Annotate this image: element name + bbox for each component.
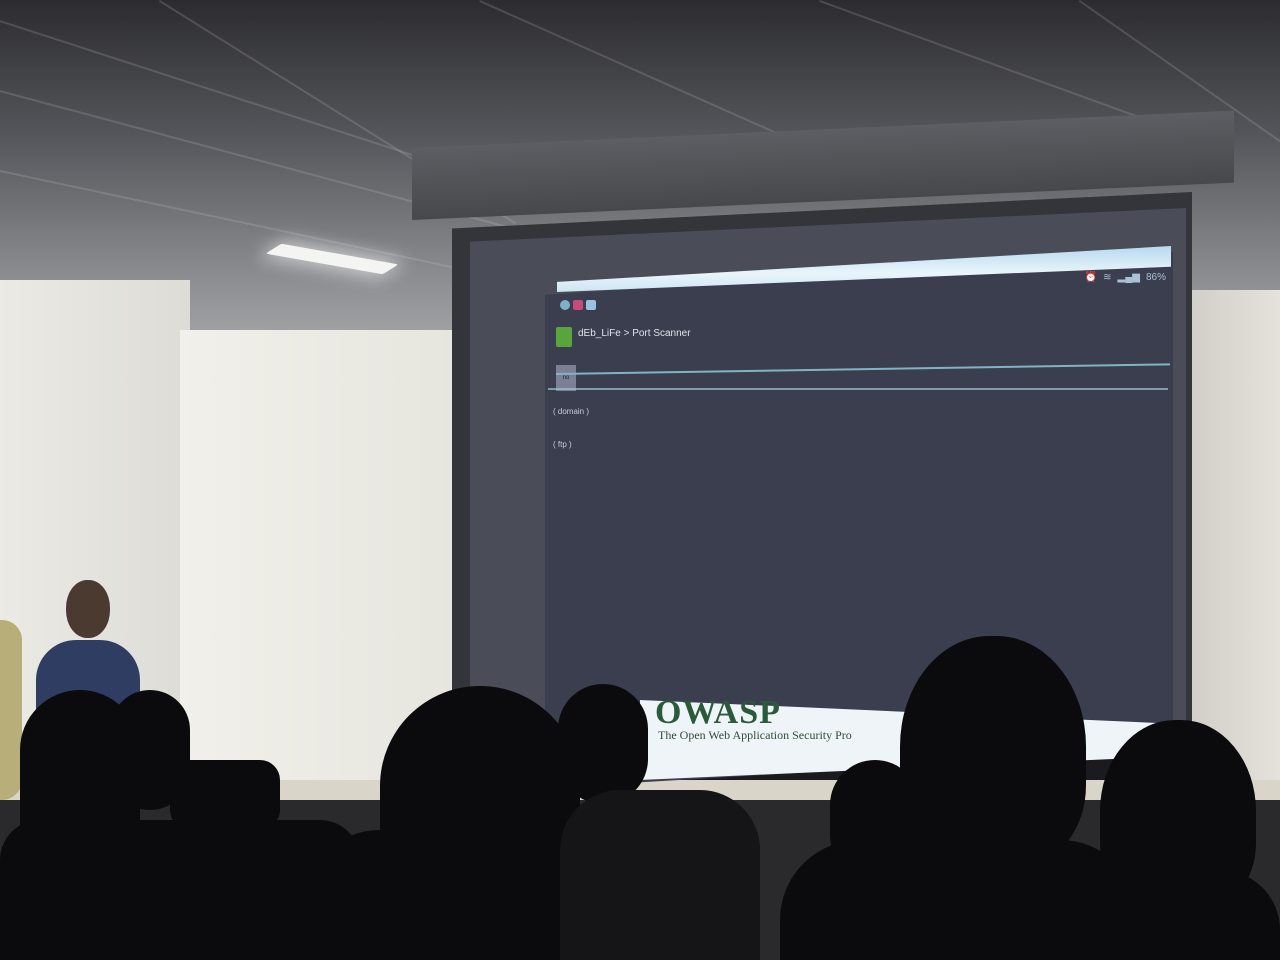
message-notification-icon bbox=[586, 300, 596, 310]
auditorium-photo: ⏰ ≋ ▂▄▆ 86% dEb_LiFe > Port Scanner no (… bbox=[0, 0, 1280, 960]
phone-notification-icon bbox=[560, 300, 570, 310]
signal-icon: ▂▄▆ bbox=[1117, 272, 1140, 283]
person-left-edge bbox=[0, 620, 22, 800]
android-app-icon bbox=[556, 327, 572, 347]
app-notification-icon bbox=[573, 300, 583, 310]
notification-icons bbox=[560, 300, 596, 310]
app-title: dEb_LiFe > Port Scanner bbox=[578, 328, 691, 339]
ftp-hint: ( ftp ) bbox=[553, 440, 572, 449]
audience-shoulders bbox=[1060, 870, 1280, 960]
audience-head bbox=[558, 684, 648, 804]
divider bbox=[548, 388, 1168, 390]
battery-level: 86% bbox=[1145, 272, 1166, 283]
wifi-icon: ≋ bbox=[1103, 272, 1112, 283]
owasp-logo: OWASP bbox=[655, 694, 781, 731]
android-status-bar: ⏰ ≋ ▂▄▆ 86% bbox=[558, 270, 1170, 300]
domain-hint: ( domain ) bbox=[553, 407, 590, 416]
alarm-icon: ⏰ bbox=[1084, 272, 1098, 283]
owasp-tagline: The Open Web Application Security Pro bbox=[658, 728, 852, 742]
presenter-head bbox=[66, 580, 110, 638]
status-icons: ⏰ ≋ ▂▄▆ 86% bbox=[1085, 272, 1166, 283]
app-header: dEb_LiFe > Port Scanner bbox=[556, 325, 1170, 353]
audience-head bbox=[900, 636, 1086, 866]
audience-shoulders bbox=[560, 790, 760, 960]
